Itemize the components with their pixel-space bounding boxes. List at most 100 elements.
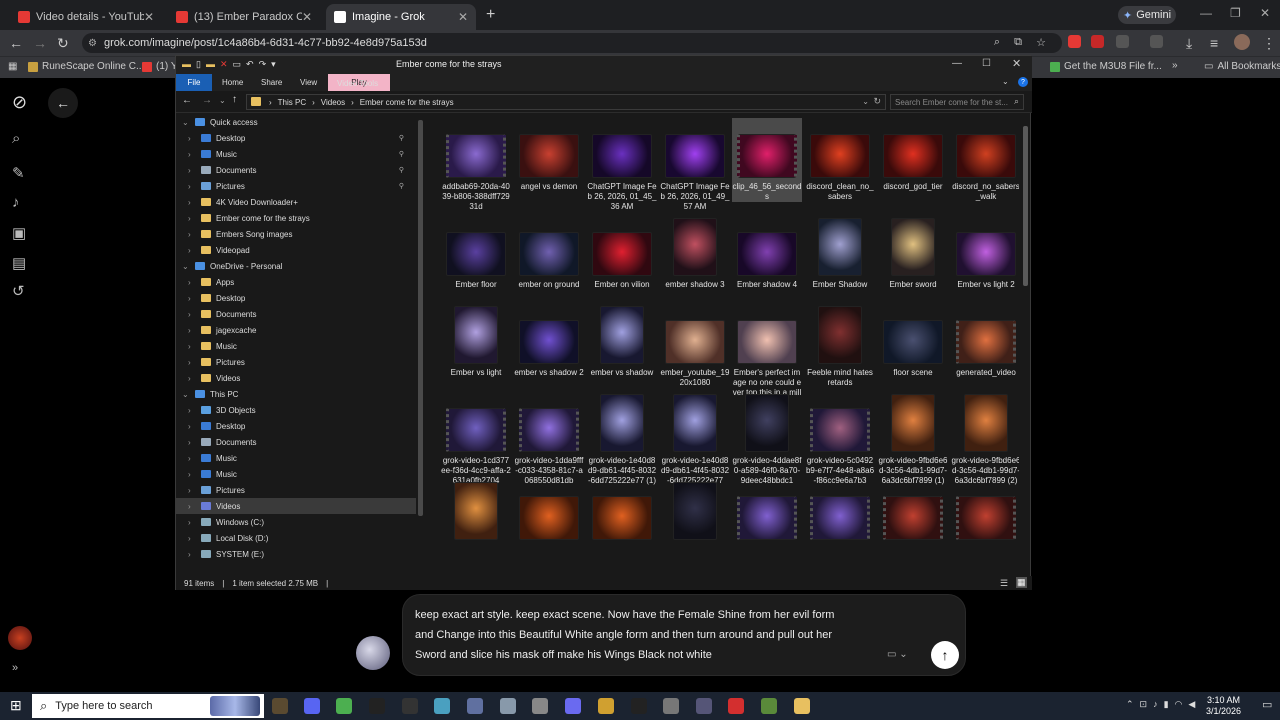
close-tab-icon[interactable]: ✕ xyxy=(302,10,312,24)
show-hidden-icons-icon[interactable]: ⌃ xyxy=(1126,699,1134,710)
sidebar-toggle-icon[interactable] xyxy=(1150,35,1163,48)
nav-item[interactable]: ⌄ Quick access xyxy=(176,114,416,130)
bookmark-star-icon[interactable]: ☆ xyxy=(1036,36,1046,49)
explorer-search-input[interactable]: Search Ember come for the st... ⌕ xyxy=(890,94,1024,110)
file-item[interactable]: discord_no_sabers_walk xyxy=(951,118,1019,202)
expand-chevron-icon[interactable]: › xyxy=(188,278,196,287)
mic-icon[interactable]: ▮ xyxy=(1164,699,1169,710)
gemini-button[interactable]: ✦ Gemini xyxy=(1118,6,1176,24)
file-item[interactable]: grok-video-4ddae8f0-a589-46f0-8a70-9deec… xyxy=(732,392,802,486)
speaker-icon[interactable]: ♪ xyxy=(1153,699,1158,710)
clipboard-icon[interactable] xyxy=(500,698,516,714)
delete-icon[interactable]: ✕ xyxy=(220,59,228,70)
extension-red-icon[interactable] xyxy=(1068,35,1081,48)
file-item[interactable] xyxy=(878,480,948,544)
prompt-input[interactable]: keep exact art style. keep exact scene. … xyxy=(415,605,855,665)
file-item[interactable]: Ember shadow 4 xyxy=(732,216,802,290)
nav-item[interactable]: › Pictures xyxy=(176,354,416,370)
file-item[interactable]: grok-video-5c0492b9-e7f7-4e48-a8a6-f86cc… xyxy=(805,392,875,486)
maximize-browser-button[interactable]: ❐ xyxy=(1230,6,1241,20)
expand-chevron-icon[interactable]: › xyxy=(188,486,196,495)
nav-item[interactable]: › Desktop ⚲ xyxy=(176,130,416,146)
nav-item[interactable]: › Documents xyxy=(176,434,416,450)
calculator-icon[interactable] xyxy=(696,698,712,714)
close-button[interactable]: ✕ xyxy=(1012,57,1021,70)
content-scrollbar[interactable] xyxy=(1023,126,1028,286)
expand-chevron-icon[interactable]: › xyxy=(188,374,196,383)
photos-icon[interactable] xyxy=(467,698,483,714)
search-icon[interactable]: ⌕ xyxy=(12,130,20,147)
nav-item[interactable]: › Music xyxy=(176,338,416,354)
breadcrumb-current-folder[interactable]: Ember come for the strays xyxy=(360,98,454,107)
expand-chevron-icon[interactable]: › xyxy=(188,230,196,239)
projects-icon[interactable]: ▤ xyxy=(12,254,26,272)
expand-sidebar-icon[interactable]: » xyxy=(12,662,18,674)
notifications-icon[interactable]: ▭ xyxy=(1262,698,1272,711)
user-avatar[interactable] xyxy=(8,626,32,650)
expand-chevron-icon[interactable]: › xyxy=(188,358,196,367)
breadcrumb-videos[interactable]: Videos xyxy=(321,98,345,107)
file-item[interactable]: clip_46_56_seconds xyxy=(732,118,802,202)
nav-item[interactable]: › Documents xyxy=(176,306,416,322)
hand-icon[interactable] xyxy=(598,698,614,714)
menu-icon[interactable]: ⋮ xyxy=(1262,35,1276,52)
discord-icon[interactable] xyxy=(304,698,320,714)
expand-chevron-icon[interactable]: ⌄ xyxy=(182,118,190,127)
expand-chevron-icon[interactable]: › xyxy=(188,294,196,303)
expand-chevron-icon[interactable]: › xyxy=(188,550,196,559)
file-item[interactable]: Ember floor xyxy=(441,216,511,290)
close-tab-icon[interactable]: ✕ xyxy=(144,10,154,24)
obs-icon[interactable] xyxy=(402,698,418,714)
bookmark-runescape[interactable]: RuneScape Online C... xyxy=(28,61,144,72)
rename-icon[interactable]: ▭ xyxy=(233,59,242,70)
file-item[interactable]: grok-video-1e40d8d9-db61-4f45-8032-6dd72… xyxy=(660,392,730,486)
nav-item[interactable]: › Music xyxy=(176,466,416,482)
file-item[interactable]: ChatGPT Image Feb 26, 2026, 01_45_36 AM xyxy=(587,118,657,212)
minimize-browser-button[interactable]: — xyxy=(1200,6,1212,20)
minecraft-icon[interactable] xyxy=(761,698,777,714)
nav-item[interactable]: › Desktop xyxy=(176,290,416,306)
tab-file[interactable]: File xyxy=(176,74,212,91)
expand-ribbon-icon[interactable]: ⌄ xyxy=(1002,77,1009,86)
large-icons-view-icon[interactable]: ▦ xyxy=(1016,577,1027,588)
expand-chevron-icon[interactable]: › xyxy=(188,150,196,159)
nav-item[interactable]: › Music xyxy=(176,450,416,466)
expand-chevron-icon[interactable]: › xyxy=(188,470,196,479)
file-item[interactable]: floor scene xyxy=(878,304,948,378)
app-dark-icon[interactable] xyxy=(631,698,647,714)
nav-item[interactable]: › SYSTEM (E:) xyxy=(176,546,416,562)
file-item[interactable]: ember vs shadow 2 xyxy=(514,304,584,378)
nav-item[interactable]: › Pictures ⚲ xyxy=(176,178,416,194)
nav-item[interactable]: › 3D Objects xyxy=(176,402,416,418)
file-item[interactable]: generated_video xyxy=(951,304,1019,378)
nav-item[interactable]: › Apps xyxy=(176,274,416,290)
file-item[interactable]: angel vs demon xyxy=(514,118,584,192)
browser-tab[interactable]: Video details - YouTube Studio✕ xyxy=(10,4,162,30)
help-icon[interactable]: ? xyxy=(1018,77,1028,87)
file-item[interactable]: ember vs shadow xyxy=(587,304,657,378)
expand-chevron-icon[interactable]: › xyxy=(188,310,196,319)
system-clock[interactable]: 3:10 AM 3/1/2026 xyxy=(1206,695,1241,717)
file-item[interactable]: Ember Shadow xyxy=(805,216,875,290)
file-explorer-icon[interactable] xyxy=(794,698,810,714)
file-item[interactable] xyxy=(732,480,802,544)
expand-chevron-icon[interactable]: › xyxy=(188,534,196,543)
file-item[interactable]: ember on ground xyxy=(514,216,584,290)
more-bookmarks-icon[interactable]: » xyxy=(1172,60,1178,71)
profile-avatar[interactable] xyxy=(1234,34,1250,50)
expand-chevron-icon[interactable]: › xyxy=(188,454,196,463)
expand-chevron-icon[interactable]: › xyxy=(188,342,196,351)
refresh-icon[interactable]: ↻ xyxy=(873,96,881,107)
dropdown-icon[interactable]: ⌄ xyxy=(862,97,869,106)
browser-tab[interactable]: Imagine - Grok ✕ xyxy=(326,4,476,30)
nav-item[interactable]: › Ember come for the strays xyxy=(176,210,416,226)
undo-icon[interactable]: ↶ xyxy=(246,59,254,70)
file-item[interactable]: Ember vs light 2 xyxy=(951,216,1019,290)
search-icon[interactable]: ⌕ xyxy=(1014,96,1019,107)
expand-chevron-icon[interactable]: › xyxy=(188,166,196,175)
nav-item[interactable]: › Desktop xyxy=(176,418,416,434)
up-arrow-icon[interactable]: ↑ xyxy=(232,94,237,105)
expand-chevron-icon[interactable]: › xyxy=(188,214,196,223)
all-bookmarks-button[interactable]: ▭ All Bookmarks xyxy=(1204,61,1280,72)
nav-item[interactable]: ⌄ This PC xyxy=(176,386,416,402)
